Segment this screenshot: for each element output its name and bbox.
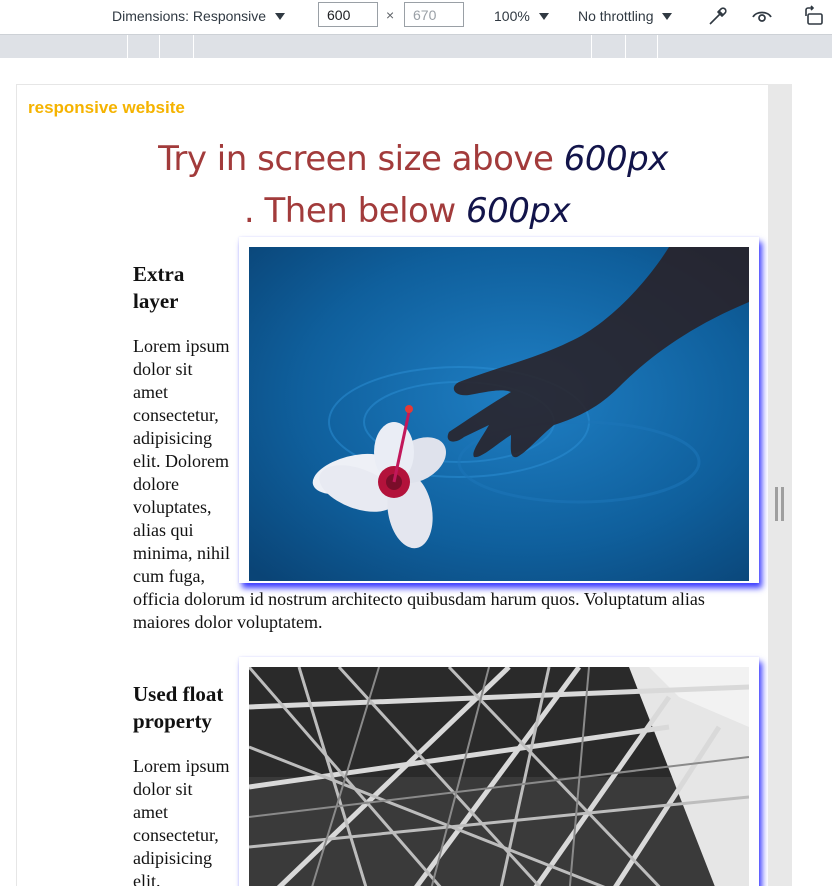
site-brand[interactable]: responsive website xyxy=(28,98,185,118)
resize-handle-icon[interactable] xyxy=(775,487,784,521)
viewport-resize-rail[interactable] xyxy=(768,84,792,886)
steel-structure-photo xyxy=(249,667,749,886)
times-separator: × xyxy=(386,7,395,23)
card-photo-frame xyxy=(239,657,759,886)
dimensions-label: Dimensions: Responsive xyxy=(112,8,267,24)
hand-and-hibiscus-in-water-photo xyxy=(249,247,749,581)
devtools-device-toolbar: Dimensions: Responsive 600 × 670 100% No… xyxy=(0,0,832,32)
throttling-dropdown[interactable]: No throttling xyxy=(578,0,673,32)
card-photo-frame xyxy=(239,237,759,583)
emulated-viewport: responsive website Try in screen size ab… xyxy=(16,84,768,886)
zoom-dropdown[interactable]: 100% xyxy=(494,0,549,32)
zoom-label: 100% xyxy=(494,8,530,24)
chevron-down-icon xyxy=(275,12,286,20)
hero-line-2: . Then below 600px xyxy=(17,185,768,237)
height-input[interactable]: 670 xyxy=(404,2,464,27)
dimensions-dropdown[interactable]: Dimensions: Responsive xyxy=(112,0,286,32)
throttling-label: No throttling xyxy=(578,8,654,24)
content-card: Extra layer Lorem ipsum dolor sit amet c… xyxy=(133,237,759,634)
hero-line-1-text: Try in screen size above xyxy=(158,139,564,179)
hero-line-1-highlight: 600px xyxy=(563,139,669,179)
chevron-down-icon xyxy=(538,12,549,20)
rotate-icon[interactable] xyxy=(802,4,826,28)
width-input[interactable]: 600 xyxy=(318,2,378,27)
content-card: Used float property Lorem ipsum dolor si… xyxy=(133,657,759,886)
hero-heading: Try in screen size above 600px . Then be… xyxy=(17,133,768,237)
hero-line-2-highlight: 600px xyxy=(465,191,571,231)
eye-icon[interactable] xyxy=(750,4,774,28)
eyedropper-icon[interactable] xyxy=(706,4,730,28)
hero-line-1: Try in screen size above 600px xyxy=(17,133,768,185)
chevron-down-icon xyxy=(662,12,673,20)
media-query-bar[interactable] xyxy=(0,34,832,58)
hero-line-2-text: . Then below xyxy=(243,191,466,231)
